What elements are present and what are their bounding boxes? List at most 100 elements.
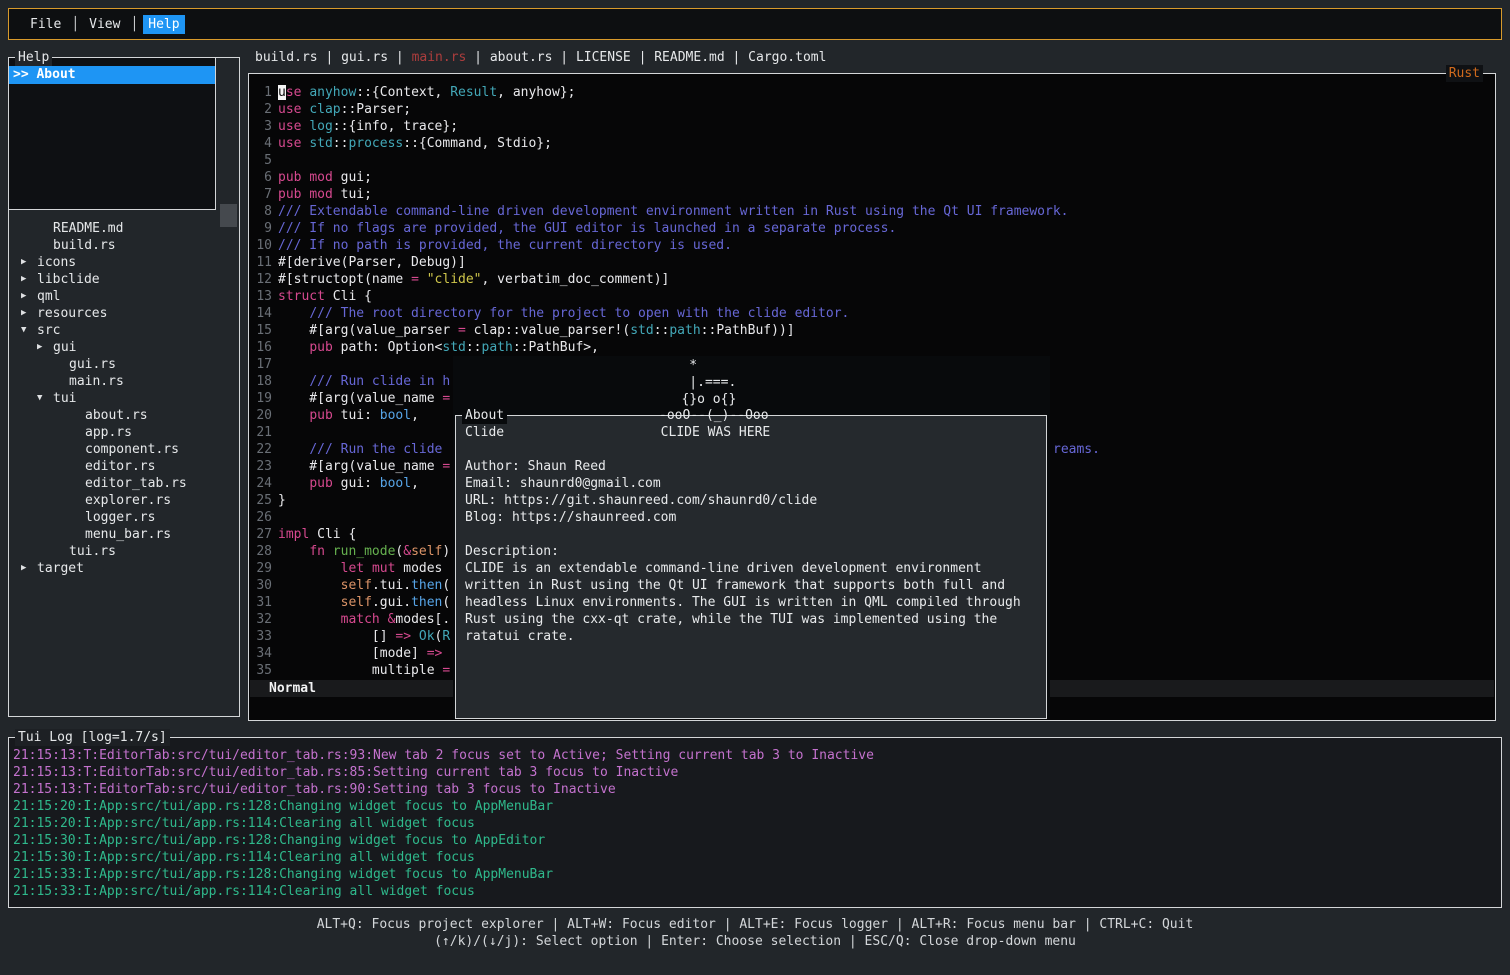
code-token: .gui. (372, 595, 411, 610)
tab-about-rs[interactable]: about.rs (490, 50, 553, 65)
code-token: .tui. (372, 578, 411, 593)
tree-item-label: resources (37, 305, 107, 322)
tree-item-app-rs[interactable]: app.rs (9, 424, 237, 441)
code-token: ) (442, 544, 450, 559)
menu-item-view[interactable]: View (84, 15, 125, 34)
help-dropdown-items: >> About (9, 66, 215, 84)
tab-license[interactable]: LICENSE (576, 50, 631, 65)
tree-item-editor_tab-rs[interactable]: editor_tab.rs (9, 475, 237, 492)
tab-readme-md[interactable]: README.md (654, 50, 724, 65)
code-line-7[interactable]: 7pub mod tui; (249, 186, 1495, 203)
tree-item-label: tui.rs (69, 543, 116, 560)
code-text: pub gui: bool, (278, 475, 419, 492)
code-token: mut (372, 561, 395, 576)
tree-item-resources[interactable]: ▶resources (9, 305, 237, 322)
log-entry: 21:15:30:I:App:src/tui/app.rs:114:Cleari… (13, 849, 1501, 866)
help-dropdown-menu: Help >> About (8, 57, 216, 210)
code-line-5[interactable]: 5 (249, 152, 1495, 169)
tab-separator: | (318, 50, 341, 65)
code-token: pub (309, 476, 332, 491)
code-text: pub path: Option<std::path::PathBuf>, (278, 339, 599, 356)
tab-main-rs[interactable]: main.rs (412, 50, 467, 65)
code-line-6[interactable]: 6pub mod gui; (249, 169, 1495, 186)
code-text: /// Extendable command-line driven devel… (278, 203, 1069, 220)
code-token: use (278, 136, 301, 151)
tree-item-qml[interactable]: ▶qml (9, 288, 237, 305)
code-token (278, 595, 341, 610)
menu-item-help[interactable]: Help (143, 15, 184, 34)
code-line-11[interactable]: 11#[derive(Parser, Debug)] (249, 254, 1495, 271)
code-line-10[interactable]: 10/// If no path is provided, the curren… (249, 237, 1495, 254)
line-number: 8 (252, 203, 272, 220)
tree-item-gui-rs[interactable]: gui.rs (9, 356, 237, 373)
code-token: } (278, 493, 286, 508)
tree-item-explorer-rs[interactable]: explorer.rs (9, 492, 237, 509)
code-token: run_mode (333, 544, 396, 559)
code-line-12[interactable]: 12#[structopt(name = "clide", verbatim_d… (249, 271, 1495, 288)
tree-item-libclide[interactable]: ▶libclide (9, 271, 237, 288)
line-number: 29 (252, 560, 272, 577)
code-token: use (278, 119, 301, 134)
code-line-1[interactable]: 1use anyhow::{Context, Result, anyhow}; (249, 84, 1495, 101)
code-token (411, 629, 419, 644)
tree-item-label: gui.rs (69, 356, 116, 373)
code-line-8[interactable]: 8 /// Extendable command-line driven deve… (249, 203, 1495, 220)
tree-item-main-rs[interactable]: main.rs (9, 373, 237, 390)
line-number: 7 (252, 186, 272, 203)
code-token (278, 544, 309, 559)
code-token: #[structopt(name (278, 272, 411, 287)
code-token: #[arg(value_name (278, 391, 442, 406)
line-number: 33 (252, 628, 272, 645)
tab-gui-rs[interactable]: gui.rs (341, 50, 388, 65)
code-line-3[interactable]: 3use log::{info, trace}; (249, 118, 1495, 135)
code-line-13[interactable]: 13struct Cli { (249, 288, 1495, 305)
status-bar-line1: ALT+Q: Focus project explorer | ALT+W: F… (0, 916, 1510, 933)
tree-item-icons[interactable]: ▶icons (9, 254, 237, 271)
tree-item-tui-rs[interactable]: tui.rs (9, 543, 237, 560)
explorer-scrollbar-thumb[interactable] (220, 204, 237, 227)
log-entry: 21:15:13:T:EditorTab:src/tui/editor_tab.… (13, 747, 1501, 764)
line-number: 26 (252, 509, 272, 526)
menu-item-file[interactable]: File (25, 15, 66, 34)
code-text: self.gui.then( (278, 594, 450, 611)
tree-item-README-md[interactable]: README.md (9, 220, 237, 237)
tab-cargo-toml[interactable]: Cargo.toml (748, 50, 826, 65)
line-number: 17 (252, 356, 272, 373)
tree-item-editor-rs[interactable]: editor.rs (9, 458, 237, 475)
tree-item-about-rs[interactable]: about.rs (9, 407, 237, 424)
code-token: /// The root directory for the project t… (309, 306, 849, 321)
tree-item-tui[interactable]: ▼tui (9, 390, 237, 407)
tree-item-build-rs[interactable]: build.rs (9, 237, 237, 254)
tab-build-rs[interactable]: build.rs (255, 50, 318, 65)
tree-item-menu_bar-rs[interactable]: menu_bar.rs (9, 526, 237, 543)
help-dropdown-title: Help (15, 49, 52, 66)
tree-item-label: qml (37, 288, 60, 305)
code-token: mod (309, 170, 332, 185)
code-line-16[interactable]: 16 pub path: Option<std::path::PathBuf>, (249, 339, 1495, 356)
code-line-2[interactable]: 2use clap::Parser; (249, 101, 1495, 118)
code-token: Cli { (325, 289, 372, 304)
tree-item-gui[interactable]: ▶gui (9, 339, 237, 356)
code-line-4[interactable]: 4use std::process::{Command, Stdio}; (249, 135, 1495, 152)
code-text: /// The root directory for the project t… (278, 305, 849, 322)
tree-item-target[interactable]: ▶target (9, 560, 237, 577)
line-number: 13 (252, 288, 272, 305)
code-token: ::{info, trace}; (333, 119, 458, 134)
line-number: 30 (252, 577, 272, 594)
code-line-9[interactable]: 9/// If no flags are provided, the GUI e… (249, 220, 1495, 237)
tab-separator: | (725, 50, 748, 65)
log-entry: 21:15:20:I:App:src/tui/app.rs:128:Changi… (13, 798, 1501, 815)
code-line-15[interactable]: 15 #[arg(value_parser = clap::value_pars… (249, 322, 1495, 339)
tree-item-component-rs[interactable]: component.rs (9, 441, 237, 458)
code-line-14[interactable]: 14 /// The root directory for the projec… (249, 305, 1495, 322)
code-token (380, 612, 388, 627)
code-token: bool (380, 408, 411, 423)
line-number: 9 (252, 220, 272, 237)
tree-item-logger-rs[interactable]: logger.rs (9, 509, 237, 526)
help-menu-item-about[interactable]: >> About (9, 66, 215, 84)
chevron-right-icon: ▶ (21, 271, 37, 288)
code-token: self (341, 595, 372, 610)
line-number: 18 (252, 373, 272, 390)
code-token: gui: (333, 476, 380, 491)
tree-item-src[interactable]: ▼src (9, 322, 237, 339)
